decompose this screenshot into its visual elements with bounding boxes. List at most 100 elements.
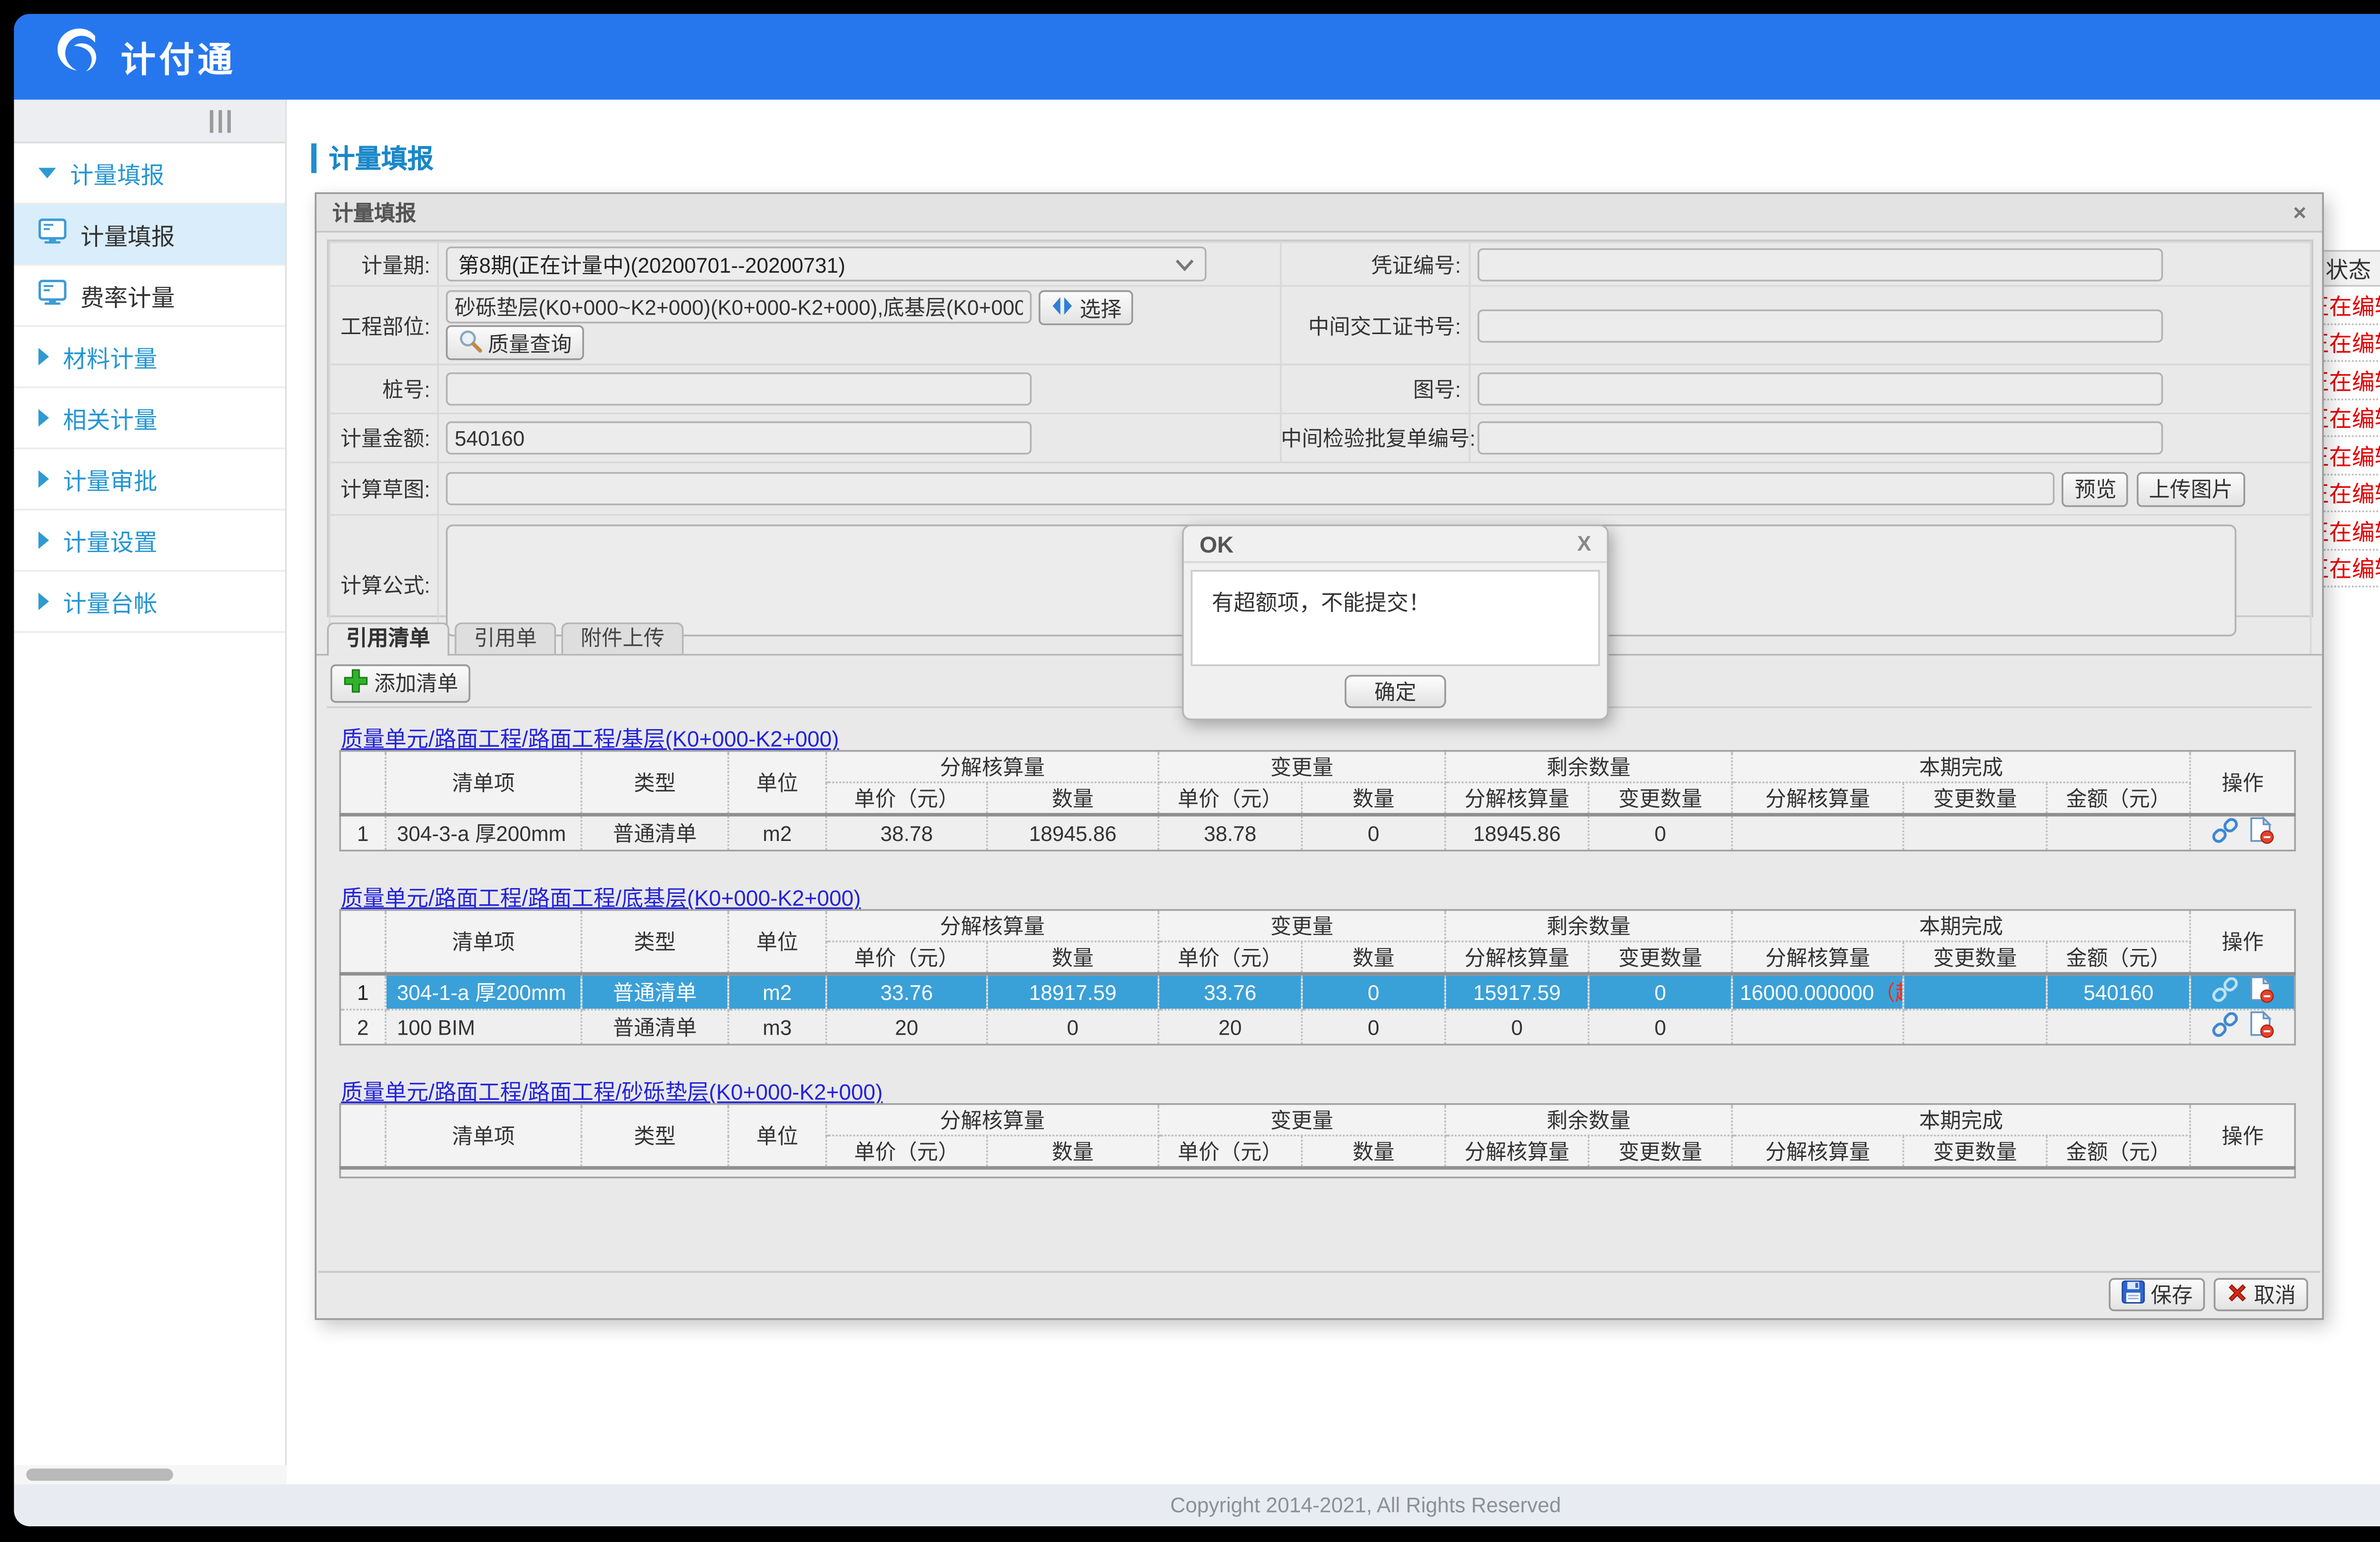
- dialog-title-bar[interactable]: OK X: [1184, 526, 1607, 563]
- sidebar-group-measure-ledger[interactable]: 计量台帐: [14, 572, 285, 633]
- sidebar-group-label: 计量台帐: [63, 584, 157, 619]
- measure-fill-modal: 计量填报 × 计量期: 第8期(正在计量中)(20200701--2020073…: [315, 192, 2324, 1320]
- sketch-field[interactable]: [446, 473, 2055, 506]
- modal-title-text: 计量填报: [332, 198, 416, 227]
- chevron-right-icon: [39, 409, 49, 427]
- period-label: 计量期:: [329, 242, 438, 286]
- link-icon[interactable]: [2211, 977, 2237, 1008]
- add-list-button[interactable]: 添加清单: [330, 663, 470, 702]
- sidebar-group-measure-settings[interactable]: 计量设置: [14, 511, 285, 572]
- sidebar-group-related-measure[interactable]: 相关计量: [14, 388, 285, 450]
- delete-doc-icon[interactable]: [2246, 817, 2274, 850]
- delete-doc-icon[interactable]: [2246, 1010, 2274, 1044]
- sidebar-item-measure-report[interactable]: 计量填报: [14, 205, 285, 266]
- inspection-no-field[interactable]: [1477, 421, 2162, 455]
- drawing-no-label: 图号:: [1280, 365, 1469, 414]
- table-row-selected[interactable]: 1 304-1-a 厚200mm 普通清单 m2 33.76 18917.59 …: [340, 974, 2295, 1009]
- bill-table-base-layer: 清单项 类型 单位 分解核算量 变更量 剩余数量 本期完成 操作 单价（元） 数…: [339, 750, 2296, 851]
- dialog-title-text: OK: [1200, 531, 1234, 557]
- page-title: 计量填报: [311, 140, 434, 177]
- section-link-subbase-layer[interactable]: 质量单元/路面工程/路面工程/底基层(K0+000-K2+000): [341, 880, 861, 913]
- select-arrows-icon: [1051, 295, 1074, 321]
- period-select[interactable]: 第8期(正在计量中)(20200701--20200731): [446, 247, 1207, 281]
- over-quota-cell: 16000.000000（超）: [1732, 974, 1904, 1009]
- drawing-no-field[interactable]: [1477, 372, 2162, 405]
- section-link-gravel-cushion[interactable]: 质量单元/路面工程/路面工程/砂砾垫层(K0+000-K2+000): [341, 1074, 883, 1107]
- handover-cert-field[interactable]: [1477, 308, 2162, 342]
- save-button[interactable]: 保存: [2109, 1278, 2205, 1311]
- measure-amount-field[interactable]: [446, 421, 1032, 455]
- sidebar-group-label: 材料计量: [63, 339, 157, 374]
- delete-doc-icon[interactable]: [2246, 976, 2274, 1009]
- sidebar-hscrollbar[interactable]: [14, 1465, 287, 1484]
- part-field[interactable]: [446, 291, 1032, 324]
- title-accent-bar: [311, 143, 317, 173]
- app-logo: 计付通: [52, 26, 236, 88]
- sidebar-group-material-measure[interactable]: 材料计量: [14, 327, 285, 388]
- chevron-down-icon: [1175, 252, 1194, 276]
- modal-footer-buttons: 保存 取消: [2109, 1278, 2308, 1311]
- sidebar-item-label: 计量填报: [80, 217, 175, 252]
- sidebar-group-label: 计量审批: [63, 462, 157, 496]
- upload-image-button[interactable]: 上传图片: [2137, 471, 2245, 506]
- measure-amount-label: 计量金额:: [329, 414, 438, 463]
- alert-dialog: OK X 有超额项，不能提交！ 确定: [1182, 524, 1608, 720]
- close-icon[interactable]: X: [1577, 532, 1591, 556]
- app-window: 计付通 通知 管理员 计量填报 计量填报 费率计量: [14, 14, 2380, 1526]
- bill-table-subbase-layer: 清单项 类型 单位 分解核算量 变更量 剩余数量 本期完成 操作 单价（元） 数…: [339, 909, 2296, 1046]
- logo-swirl-icon: [52, 26, 105, 88]
- stake-field[interactable]: [446, 372, 1032, 405]
- table-row: 2 100 BIM 普通清单 m3 20 0 20 0 0 0: [340, 1009, 2295, 1044]
- sidebar: 计量填报 计量填报 费率计量 材料计量 相关计量 计量审批 计量设置 计量台帐: [14, 99, 287, 1465]
- floppy-icon: [2121, 1280, 2145, 1309]
- period-value: 第8期(正在计量中)(20200701--20200731): [458, 249, 845, 278]
- sidebar-group-label: 计量填报: [70, 156, 164, 190]
- monitor-icon: [39, 218, 67, 250]
- link-icon[interactable]: [2211, 817, 2237, 849]
- ok-button[interactable]: 确定: [1345, 674, 1446, 707]
- sidebar-hscroll-thumb[interactable]: [26, 1469, 173, 1481]
- quality-query-button[interactable]: 质量查询: [446, 325, 584, 360]
- cancel-button[interactable]: 取消: [2214, 1278, 2308, 1311]
- brand-name: 计付通: [120, 31, 236, 82]
- sidebar-group-measure-approval[interactable]: 计量审批: [14, 449, 285, 511]
- bill-table-gravel-cushion: 清单项 类型 单位 分解核算量 变更量 剩余数量 本期完成 操作 单价（元） 数…: [339, 1103, 2296, 1177]
- sidebar-item-rate-measure[interactable]: 费率计量: [14, 266, 285, 327]
- chevron-right-icon: [39, 470, 49, 488]
- top-bar: 计付通 通知 管理员: [14, 14, 2380, 99]
- choose-button[interactable]: 选择: [1040, 290, 1134, 325]
- handover-cert-label: 中间交工证书号:: [1280, 286, 1469, 365]
- tab-attachment-upload[interactable]: 附件上传: [561, 623, 684, 654]
- table-row: 1 304-3-a 厚200mm 普通清单 m2 38.78 18945.86 …: [340, 815, 2295, 850]
- voucher-field[interactable]: [1477, 247, 2162, 281]
- sidebar-collapse-handle[interactable]: [210, 110, 231, 133]
- chevron-right-icon: [39, 593, 49, 610]
- modal-title-bar[interactable]: 计量填报 ×: [317, 194, 2322, 233]
- dialog-message: 有超额项，不能提交！: [1191, 570, 1600, 666]
- sidebar-group-measure-report[interactable]: 计量填报: [14, 143, 285, 205]
- screen: 计付通 通知 管理员 计量填报 计量填报 费率计量: [0, 0, 2380, 1542]
- modal-tabs: 引用清单 引用单 附件上传: [327, 623, 684, 656]
- plus-icon: [343, 667, 369, 698]
- dialog-footer: 确定: [1191, 670, 1600, 712]
- sketch-label: 计算草图:: [329, 463, 438, 515]
- part-label: 工程部位:: [329, 286, 438, 365]
- section-link-base-layer[interactable]: 质量单元/路面工程/路面工程/基层(K0+000-K2+000): [341, 720, 839, 753]
- chevron-right-icon: [39, 348, 49, 366]
- sidebar-item-label: 费率计量: [80, 278, 175, 313]
- inspection-no-label: 中间检验批复单编号:: [1280, 414, 1469, 463]
- copyright-text: Copyright 2014-2021, All Rights Reserved: [1170, 1493, 1561, 1517]
- magnifier-icon: [458, 328, 482, 357]
- tab-quoted-form[interactable]: 引用单: [455, 623, 556, 654]
- tab-quoted-list[interactable]: 引用清单: [327, 623, 449, 656]
- page-title-text: 计量填报: [329, 140, 434, 177]
- voucher-label: 凭证编号:: [1280, 242, 1469, 286]
- stake-label: 桩号:: [329, 365, 438, 414]
- sidebar-group-label: 计量设置: [63, 523, 157, 557]
- preview-button[interactable]: 预览: [2063, 471, 2129, 506]
- close-icon[interactable]: ×: [2293, 201, 2306, 224]
- chevron-right-icon: [39, 532, 49, 549]
- link-icon[interactable]: [2211, 1011, 2237, 1043]
- sidebar-group-label: 相关计量: [63, 400, 157, 435]
- red-x-icon: [2226, 1281, 2249, 1309]
